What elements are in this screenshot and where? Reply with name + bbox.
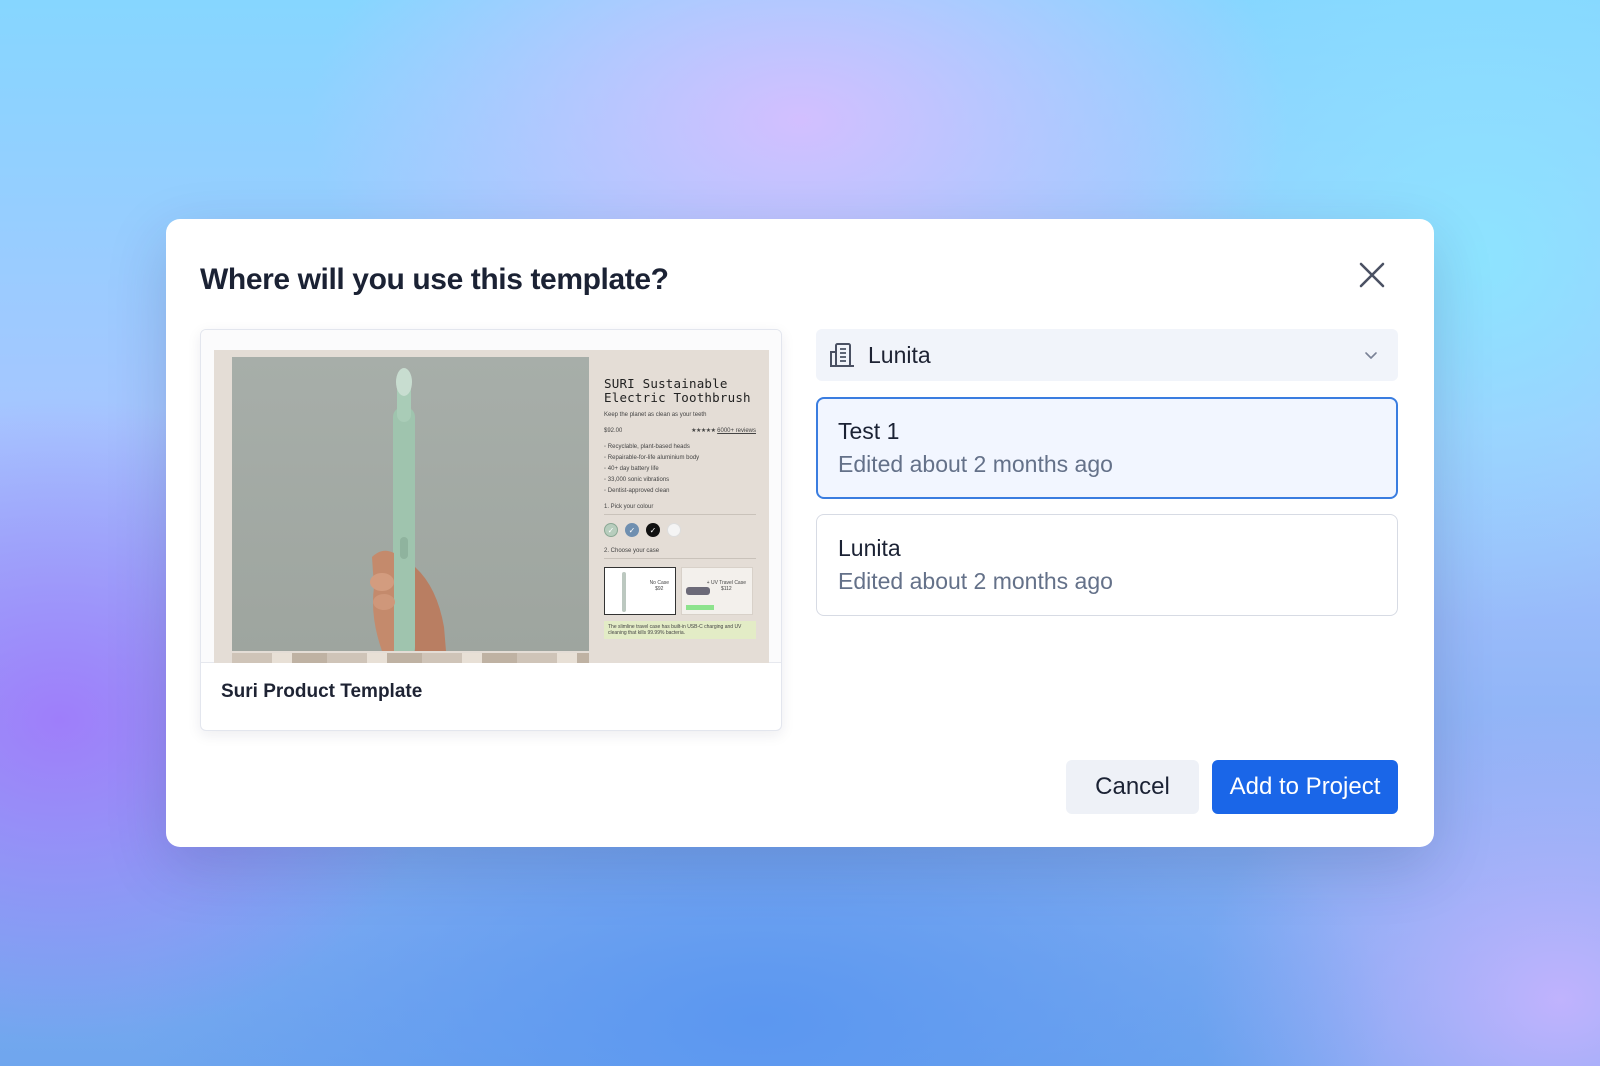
- project-option-test-1[interactable]: Test 1 Edited about 2 months ago: [816, 397, 1398, 499]
- colour-swatches: ✓ ✓ ✓: [604, 523, 756, 537]
- product-details: SURI Sustainable Electric Toothbrush Kee…: [604, 377, 756, 639]
- close-icon: [1359, 262, 1385, 288]
- organization-select[interactable]: Lunita: [816, 329, 1398, 381]
- feature-item: ◦ Dentist-approved clean: [604, 488, 670, 494]
- case-option: No Case $92: [604, 567, 676, 615]
- case-options: No Case $92 + UV Travel Case $112: [604, 567, 756, 615]
- template-name: Suri Product Template: [221, 681, 423, 702]
- swatch-blue: ✓: [625, 523, 639, 537]
- product-tagline: Keep the planet as clean as your teeth: [604, 412, 707, 418]
- case-section-label: 2. Choose your case: [604, 547, 756, 559]
- template-dialog: Where will you use this template? SURI S…: [166, 219, 1434, 847]
- product-price: $92.00: [604, 428, 623, 434]
- case-note: The slimline travel case has built-in US…: [604, 621, 756, 639]
- swatch-black: ✓: [646, 523, 660, 537]
- feature-item: ◦ 33,000 sonic vibrations: [604, 477, 670, 483]
- cancel-button[interactable]: Cancel: [1066, 760, 1199, 814]
- swatch-sage: ✓: [604, 523, 618, 537]
- thumbnail-page: SURI Sustainable Electric Toothbrush Kee…: [214, 350, 769, 663]
- toothbrush-image: [370, 368, 446, 657]
- template-preview-card: SURI Sustainable Electric Toothbrush Kee…: [200, 329, 782, 731]
- product-title: SURI Sustainable Electric Toothbrush: [604, 376, 751, 405]
- rating-stars: ★★★★★: [691, 428, 716, 434]
- project-edited-time: Edited about 2 months ago: [838, 451, 1113, 477]
- popular-tag: [686, 605, 714, 610]
- product-photo: [232, 357, 589, 657]
- project-option-lunita[interactable]: Lunita Edited about 2 months ago: [816, 514, 1398, 616]
- chevron-down-icon: [1365, 352, 1377, 359]
- thumbnail-strip: [232, 653, 589, 663]
- add-to-project-button[interactable]: Add to Project: [1212, 760, 1398, 814]
- toothbrush-thumb-icon: [622, 572, 626, 612]
- dialog-title: Where will you use this template?: [200, 263, 669, 296]
- project-edited-time: Edited about 2 months ago: [838, 568, 1113, 594]
- project-name: Lunita: [838, 535, 901, 561]
- building-icon: [830, 343, 854, 367]
- colour-section-label: 1. Pick your colour: [604, 503, 756, 515]
- organization-name: Lunita: [868, 341, 931, 368]
- swatch-white: [667, 523, 681, 537]
- project-name: Test 1: [838, 418, 900, 444]
- feature-item: ◦ Recyclable, plant-based heads: [604, 444, 690, 450]
- feature-item: ◦ Repairable-for-life aluminium body: [604, 455, 700, 461]
- reviews-link: 6000+ reviews: [717, 428, 756, 434]
- feature-item: ◦ 40+ day battery life: [604, 466, 659, 472]
- feature-list: ◦ Recyclable, plant-based heads ◦ Repair…: [604, 443, 756, 495]
- close-button[interactable]: [1354, 257, 1390, 293]
- case-option: + UV Travel Case $112: [681, 567, 753, 615]
- template-thumbnail: SURI Sustainable Electric Toothbrush Kee…: [201, 330, 781, 663]
